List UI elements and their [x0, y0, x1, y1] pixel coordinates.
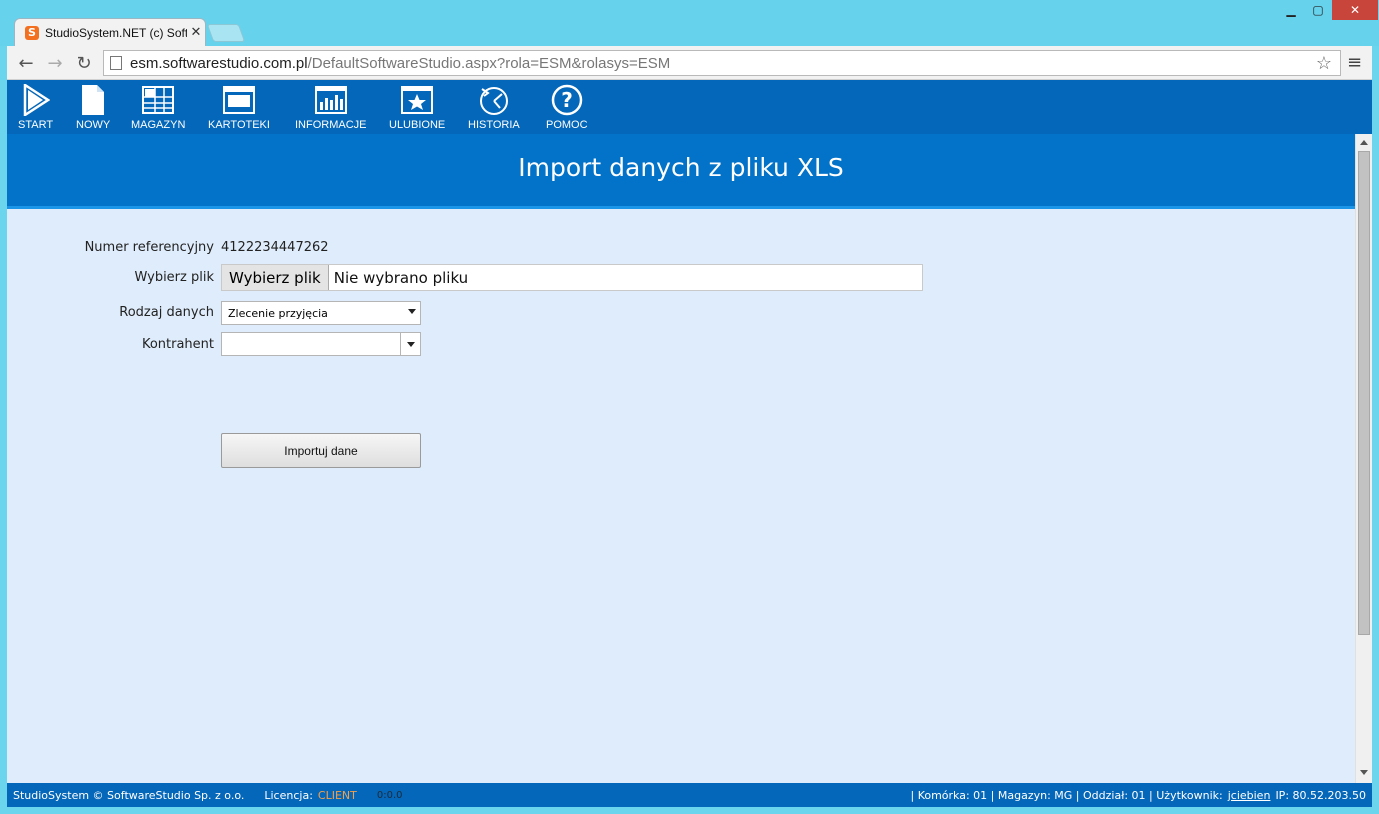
- reload-icon[interactable]: ↻: [73, 52, 95, 74]
- scroll-thumb[interactable]: [1358, 151, 1370, 635]
- document-icon: [81, 84, 105, 116]
- scroll-up-icon[interactable]: [1360, 140, 1368, 145]
- ref-number-label: Numer referencyjny: [84, 240, 214, 255]
- timer-text: 0:0.0: [376, 789, 403, 801]
- url-path: /DefaultSoftwareStudio.aspx?rola=ESM&rol…: [307, 54, 671, 72]
- nav-ulubione[interactable]: ULUBIONE: [389, 84, 445, 131]
- nav-pomoc-label: POMOC: [546, 119, 588, 131]
- tab-title: StudioSystem.NET (c) Soft: [45, 25, 187, 40]
- maximize-icon[interactable]: ▢: [1303, 0, 1333, 20]
- play-icon: [22, 84, 50, 116]
- nav-historia[interactable]: HISTORIA: [468, 84, 520, 131]
- help-icon: ?: [551, 84, 583, 116]
- nav-pomoc[interactable]: ? POMOC: [546, 84, 588, 131]
- forward-arrow-icon[interactable]: →: [44, 52, 66, 74]
- nav-informacje[interactable]: INFORMACJE: [295, 84, 367, 131]
- license-value: CLIENT: [317, 788, 357, 802]
- browser-tab[interactable]: S StudioSystem.NET (c) Soft ✕: [14, 18, 206, 46]
- history-icon: [478, 84, 510, 116]
- window-close-icon[interactable]: ✕: [1332, 0, 1378, 20]
- file-input[interactable]: Wybierz plik Nie wybrano pliku: [221, 264, 923, 291]
- page-scrollbar[interactable]: [1355, 134, 1372, 783]
- nav-start-label: START: [18, 119, 54, 131]
- page-icon: [110, 56, 122, 70]
- page-title: Import danych z pliku XLS: [518, 153, 844, 182]
- chevron-down-icon: [408, 309, 416, 314]
- nav-ulubione-label: ULUBIONE: [389, 119, 446, 131]
- cell-info: Komórka: 01: [917, 788, 988, 802]
- ref-number-value: 4122234447262: [221, 240, 329, 255]
- browser-toolbar: ← → ↻ esm.softwarestudio.com.pl/DefaultS…: [7, 46, 1372, 80]
- tab-close-icon[interactable]: ✕: [187, 25, 205, 40]
- data-type-select[interactable]: Zlecenie przyjęcia: [221, 301, 421, 325]
- user-label: Użytkownik:: [1156, 788, 1223, 802]
- contractor-label: Kontrahent: [141, 337, 214, 352]
- status-footer: StudioSystem © SoftwareStudio Sp. z o.o.…: [7, 783, 1372, 807]
- user-link[interactable]: jciebien: [1228, 789, 1271, 802]
- new-tab-button[interactable]: [206, 24, 246, 42]
- app-nav-bar: START NOWY MAGAZYN KARTOTEKI INFORMACJE …: [7, 80, 1372, 134]
- nav-magazyn[interactable]: MAGAZYN: [131, 84, 185, 131]
- page-header: Import danych z pliku XLS: [7, 134, 1355, 209]
- copyright-text: StudioSystem © SoftwareStudio Sp. z o.o.: [13, 788, 245, 802]
- data-type-label: Rodzaj danych: [119, 305, 214, 320]
- back-arrow-icon[interactable]: ←: [15, 52, 37, 74]
- window-icon: [222, 84, 255, 116]
- nav-kartoteki[interactable]: KARTOTEKI: [208, 84, 270, 131]
- license-label: Licencja:: [264, 788, 313, 802]
- import-data-button[interactable]: Importuj dane: [221, 433, 421, 468]
- grid-icon: [142, 84, 175, 116]
- contractor-dropdown-button[interactable]: [400, 332, 421, 356]
- browser-titlebar: S StudioSystem.NET (c) Soft ✕ ▁ ▢ ✕: [0, 0, 1379, 46]
- minimize-icon[interactable]: ▁: [1276, 0, 1306, 20]
- main-content: Numer referencyjny 4122234447262 Wybierz…: [7, 209, 1355, 783]
- file-status-text: Nie wybrano pliku: [333, 268, 469, 287]
- studiosystem-favicon-icon: S: [25, 25, 39, 40]
- browser-menu-icon[interactable]: ≡: [1347, 52, 1362, 73]
- nav-kartoteki-label: KARTOTEKI: [208, 119, 270, 131]
- svg-text:?: ?: [561, 88, 573, 112]
- url-host: esm.softwarestudio.com.pl: [130, 54, 308, 72]
- contractor-input[interactable]: [221, 332, 401, 356]
- warehouse-info: Magazyn: MG: [997, 788, 1073, 802]
- chevron-down-icon: [407, 342, 415, 347]
- choose-file-button[interactable]: Wybierz plik: [222, 265, 329, 290]
- branch-info: Oddział: 01: [1083, 788, 1146, 802]
- address-bar[interactable]: esm.softwarestudio.com.pl/DefaultSoftwar…: [103, 50, 1341, 76]
- nav-historia-label: HISTORIA: [468, 119, 520, 131]
- star-icon: [401, 84, 434, 116]
- scroll-down-icon[interactable]: [1360, 770, 1368, 775]
- nav-start[interactable]: START: [18, 84, 53, 131]
- file-label: Wybierz plik: [134, 270, 215, 285]
- nav-nowy-label: NOWY: [76, 119, 111, 131]
- nav-magazyn-label: MAGAZYN: [131, 119, 186, 131]
- nav-informacje-label: INFORMACJE: [295, 119, 367, 131]
- bookmark-star-icon[interactable]: ☆: [1316, 53, 1332, 74]
- data-type-value: Zlecenie przyjęcia: [228, 306, 328, 320]
- nav-nowy[interactable]: NOWY: [76, 84, 110, 131]
- bar-chart-icon: [314, 84, 347, 116]
- ip-info: IP: 80.52.203.50: [1275, 788, 1366, 802]
